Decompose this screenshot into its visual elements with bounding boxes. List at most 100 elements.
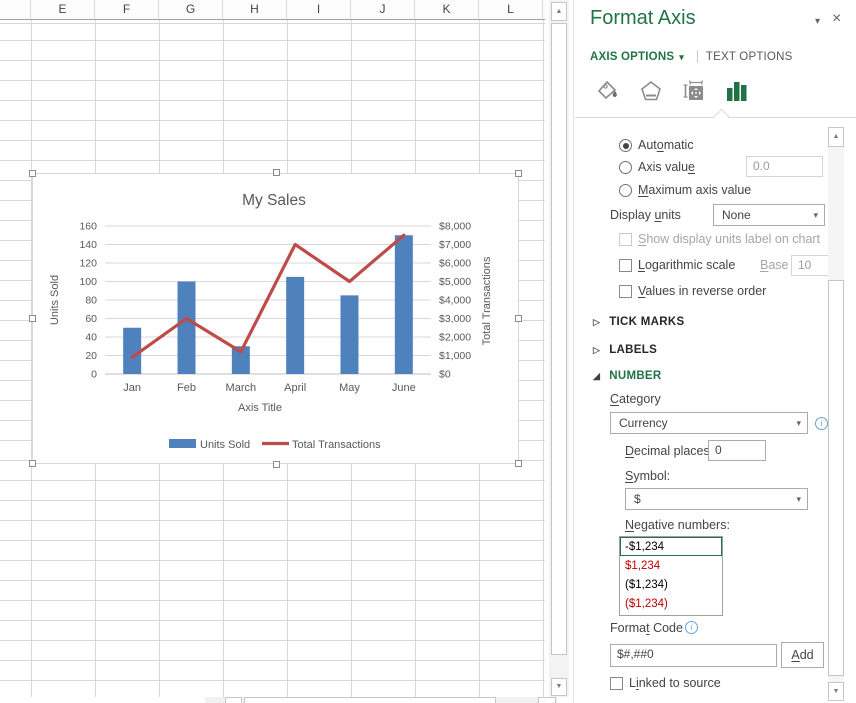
radio-automatic[interactable] xyxy=(619,139,632,152)
logarithmic-scale-label[interactable]: Logarithmic scale xyxy=(638,258,735,272)
right-axis-tick[interactable]: $4,000 xyxy=(439,295,471,307)
column-header-F[interactable]: F xyxy=(95,0,159,19)
embedded-chart[interactable]: 020406080100120140160$0$1,000$2,000$3,00… xyxy=(32,173,519,464)
left-axis-title[interactable]: Units Sold xyxy=(49,275,61,325)
negative-format-option[interactable]: $1,234 xyxy=(620,556,722,575)
chart-resize-handle[interactable] xyxy=(273,169,280,176)
size-properties-icon[interactable] xyxy=(681,78,707,104)
chart-resize-handle[interactable] xyxy=(29,315,36,322)
radio-axis-value-label[interactable]: Axis value xyxy=(638,160,695,174)
radio-maximum-label[interactable]: Maximum axis value xyxy=(638,183,751,197)
effects-icon[interactable] xyxy=(638,78,664,104)
linked-to-source-label[interactable]: Linked to source xyxy=(629,676,721,690)
x-axis-label[interactable]: Feb xyxy=(177,382,196,394)
show-units-checkbox[interactable] xyxy=(619,233,632,246)
scroll-up-icon[interactable]: ▲ xyxy=(828,127,844,147)
reverse-order-label[interactable]: Values in reverse order xyxy=(638,284,766,298)
right-axis-title[interactable]: Total Transactions xyxy=(481,256,493,345)
format-code-input[interactable]: $#,##0 xyxy=(610,644,777,667)
pane-options-caret-icon[interactable]: ▾ xyxy=(815,16,820,27)
column-header-J[interactable]: J xyxy=(351,0,415,19)
symbol-dropdown[interactable]: $▾ xyxy=(625,488,808,510)
display-units-label: Display units xyxy=(610,208,681,222)
negative-format-option[interactable]: ($1,234) xyxy=(620,575,722,594)
section-labels[interactable]: ▷LABELS xyxy=(593,344,657,356)
legend-label[interactable]: Units Sold xyxy=(200,439,250,451)
category-dropdown[interactable]: Currency▾ xyxy=(610,412,808,434)
chart-title[interactable]: My Sales xyxy=(242,192,306,209)
sheet-horizontal-scrollbar[interactable] xyxy=(205,697,557,703)
right-axis-tick[interactable]: $6,000 xyxy=(439,258,471,270)
radio-automatic-label[interactable]: Automatic xyxy=(638,138,694,152)
chart-resize-handle[interactable] xyxy=(29,170,36,177)
x-axis-label[interactable]: April xyxy=(284,382,306,394)
x-axis-label[interactable]: June xyxy=(392,382,416,394)
scroll-down-icon[interactable]: ▼ xyxy=(551,678,567,696)
negative-format-option[interactable]: ($1,234) xyxy=(620,594,722,613)
linked-to-source-checkbox[interactable] xyxy=(610,677,623,690)
info-icon[interactable]: i xyxy=(815,417,828,430)
scroll-down-icon[interactable]: ▼ xyxy=(828,682,844,701)
right-axis-tick[interactable]: $1,000 xyxy=(439,350,471,362)
chart-resize-handle[interactable] xyxy=(273,461,280,468)
category-label: Category xyxy=(610,392,661,406)
radio-maximum-axis-value[interactable] xyxy=(619,184,632,197)
column-header-K[interactable]: K xyxy=(415,0,479,19)
negative-format-option[interactable]: -$1,234 xyxy=(620,537,722,556)
axis-value-input[interactable]: 0.0 xyxy=(746,156,823,177)
format-axis-pane: Format Axis ▾ × AXIS OPTIONS▾ TEXT OPTIO… xyxy=(575,0,856,703)
bar-May[interactable] xyxy=(341,295,359,374)
add-button[interactable]: Add xyxy=(781,642,824,668)
column-header-H[interactable]: H xyxy=(223,0,287,19)
reverse-order-checkbox[interactable] xyxy=(619,285,632,298)
logarithmic-scale-checkbox[interactable] xyxy=(619,259,632,272)
column-header-E[interactable]: E xyxy=(31,0,95,19)
bar-June[interactable] xyxy=(395,235,413,374)
right-axis-tick[interactable]: $0 xyxy=(439,369,451,381)
scroll-up-icon[interactable]: ▲ xyxy=(551,2,567,21)
pane-tabs: AXIS OPTIONS▾ TEXT OPTIONS xyxy=(590,50,792,63)
sheet-vertical-scrollbar-thumb[interactable] xyxy=(551,23,567,655)
chart-resize-handle[interactable] xyxy=(515,170,522,177)
sheet-horizontal-scrollbar-thumb[interactable] xyxy=(244,697,496,703)
right-axis-tick[interactable]: $7,000 xyxy=(439,239,471,251)
bar-Feb[interactable] xyxy=(178,282,196,375)
legend-label[interactable]: Total Transactions xyxy=(292,439,381,451)
line-series[interactable] xyxy=(132,235,404,357)
x-axis-label[interactable]: Jan xyxy=(123,382,141,394)
right-axis-tick[interactable]: $8,000 xyxy=(439,221,471,233)
fill-line-icon[interactable] xyxy=(595,78,621,104)
tab-axis-options[interactable]: AXIS OPTIONS▾ xyxy=(590,51,684,63)
sales-chart[interactable]: 020406080100120140160$0$1,000$2,000$3,00… xyxy=(33,174,518,463)
x-axis-title[interactable]: Axis Title xyxy=(238,402,282,414)
info-icon[interactable]: i xyxy=(685,621,698,634)
column-header-I[interactable]: I xyxy=(287,0,351,19)
column-header-L[interactable]: L xyxy=(479,0,543,19)
tab-text-options[interactable]: TEXT OPTIONS xyxy=(706,51,793,63)
x-axis-label[interactable]: March xyxy=(226,382,257,394)
section-tick-marks[interactable]: ▷TICK MARKS xyxy=(593,316,684,328)
close-icon[interactable]: × xyxy=(832,10,841,28)
right-axis-tick[interactable]: $5,000 xyxy=(439,276,471,288)
section-number[interactable]: ◢NUMBER xyxy=(593,370,662,382)
column-header-D[interactable]: D xyxy=(0,0,31,19)
decimal-places-input[interactable]: 0 xyxy=(708,440,766,461)
right-axis-tick[interactable]: $2,000 xyxy=(439,332,471,344)
axis-options-icon[interactable] xyxy=(724,78,750,104)
legend-swatch-bar[interactable] xyxy=(169,439,196,448)
column-header-G[interactable]: G xyxy=(159,0,223,19)
negative-numbers-list[interactable]: -$1,234$1,234($1,234)($1,234) xyxy=(619,536,723,616)
chart-resize-handle[interactable] xyxy=(29,460,36,467)
bar-April[interactable] xyxy=(286,277,304,374)
scroll-left-button[interactable] xyxy=(225,697,242,703)
bar-Jan[interactable] xyxy=(123,328,141,374)
scroll-right-button[interactable] xyxy=(538,697,556,703)
x-axis-label[interactable]: May xyxy=(339,382,360,394)
left-axis-tick: 120 xyxy=(79,258,97,270)
display-units-dropdown[interactable]: None▾ xyxy=(713,204,825,226)
chart-resize-handle[interactable] xyxy=(515,460,522,467)
pane-scrollbar-thumb[interactable] xyxy=(828,280,844,676)
right-axis-tick[interactable]: $3,000 xyxy=(439,313,471,325)
chart-resize-handle[interactable] xyxy=(515,315,522,322)
radio-axis-value[interactable] xyxy=(619,161,632,174)
